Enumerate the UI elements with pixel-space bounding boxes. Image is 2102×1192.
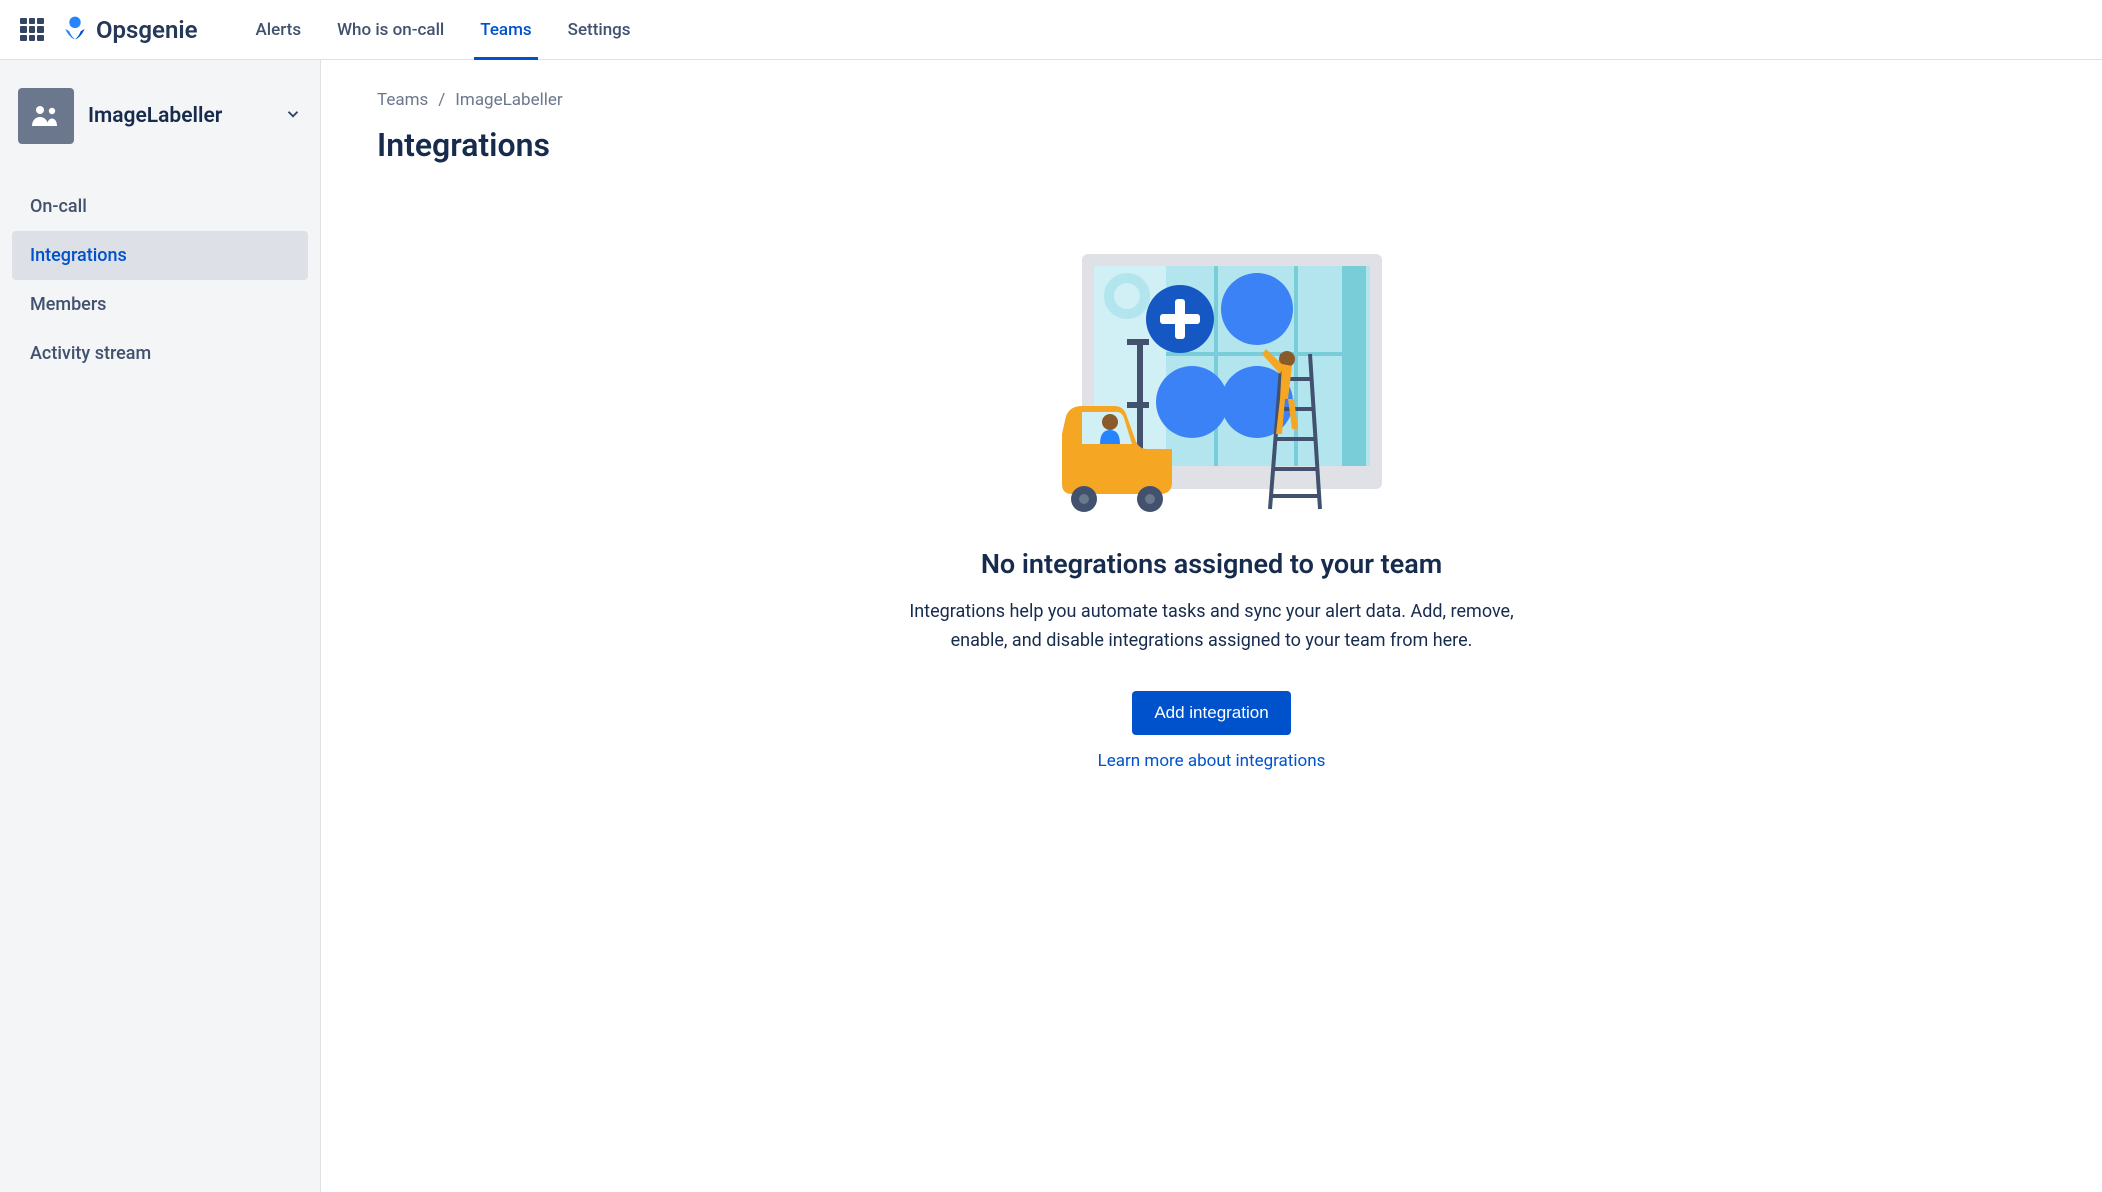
sidebar-nav: On-call Integrations Members Activity st… [12,182,308,378]
empty-state-description: Integrations help you automate tasks and… [892,598,1532,656]
learn-more-link[interactable]: Learn more about integrations [1098,751,1326,771]
main-layout: ImageLabeller On-call Integrations Membe… [0,60,2102,1192]
app-switcher-icon[interactable] [20,18,44,42]
team-name: ImageLabeller [88,104,222,128]
main-nav: Alerts Who is on-call Teams Settings [238,0,649,59]
sidebar-item-activity-stream[interactable]: Activity stream [12,329,308,378]
sidebar-item-members[interactable]: Members [12,280,308,329]
breadcrumb-separator: / [438,90,445,110]
nav-teams[interactable]: Teams [462,0,549,59]
page-title: Integrations [377,126,2046,164]
empty-state: No integrations assigned to your team In… [862,204,1562,771]
nav-who-is-on-call[interactable]: Who is on-call [319,0,462,59]
nav-settings[interactable]: Settings [550,0,649,59]
breadcrumb-teams[interactable]: Teams [377,90,428,110]
breadcrumb: Teams / ImageLabeller [377,90,2046,110]
empty-state-title: No integrations assigned to your team [981,548,1442,580]
add-integration-button[interactable]: Add integration [1132,691,1290,735]
team-icon [18,88,74,144]
empty-state-illustration [1032,234,1392,518]
sidebar: ImageLabeller On-call Integrations Membe… [0,60,321,1192]
nav-alerts[interactable]: Alerts [238,0,320,59]
breadcrumb-imagelabeller[interactable]: ImageLabeller [455,90,562,110]
product-name: Opsgenie [96,16,198,44]
product-logo[interactable]: Opsgenie [62,15,198,45]
top-navigation: Opsgenie Alerts Who is on-call Teams Set… [0,0,2102,60]
sidebar-item-on-call[interactable]: On-call [12,182,308,231]
sidebar-item-integrations[interactable]: Integrations [12,231,308,280]
main-content: Teams / ImageLabeller Integrations [321,60,2102,1192]
chevron-down-icon [284,105,302,127]
opsgenie-logo-icon [62,15,88,45]
team-selector[interactable]: ImageLabeller [12,80,308,152]
